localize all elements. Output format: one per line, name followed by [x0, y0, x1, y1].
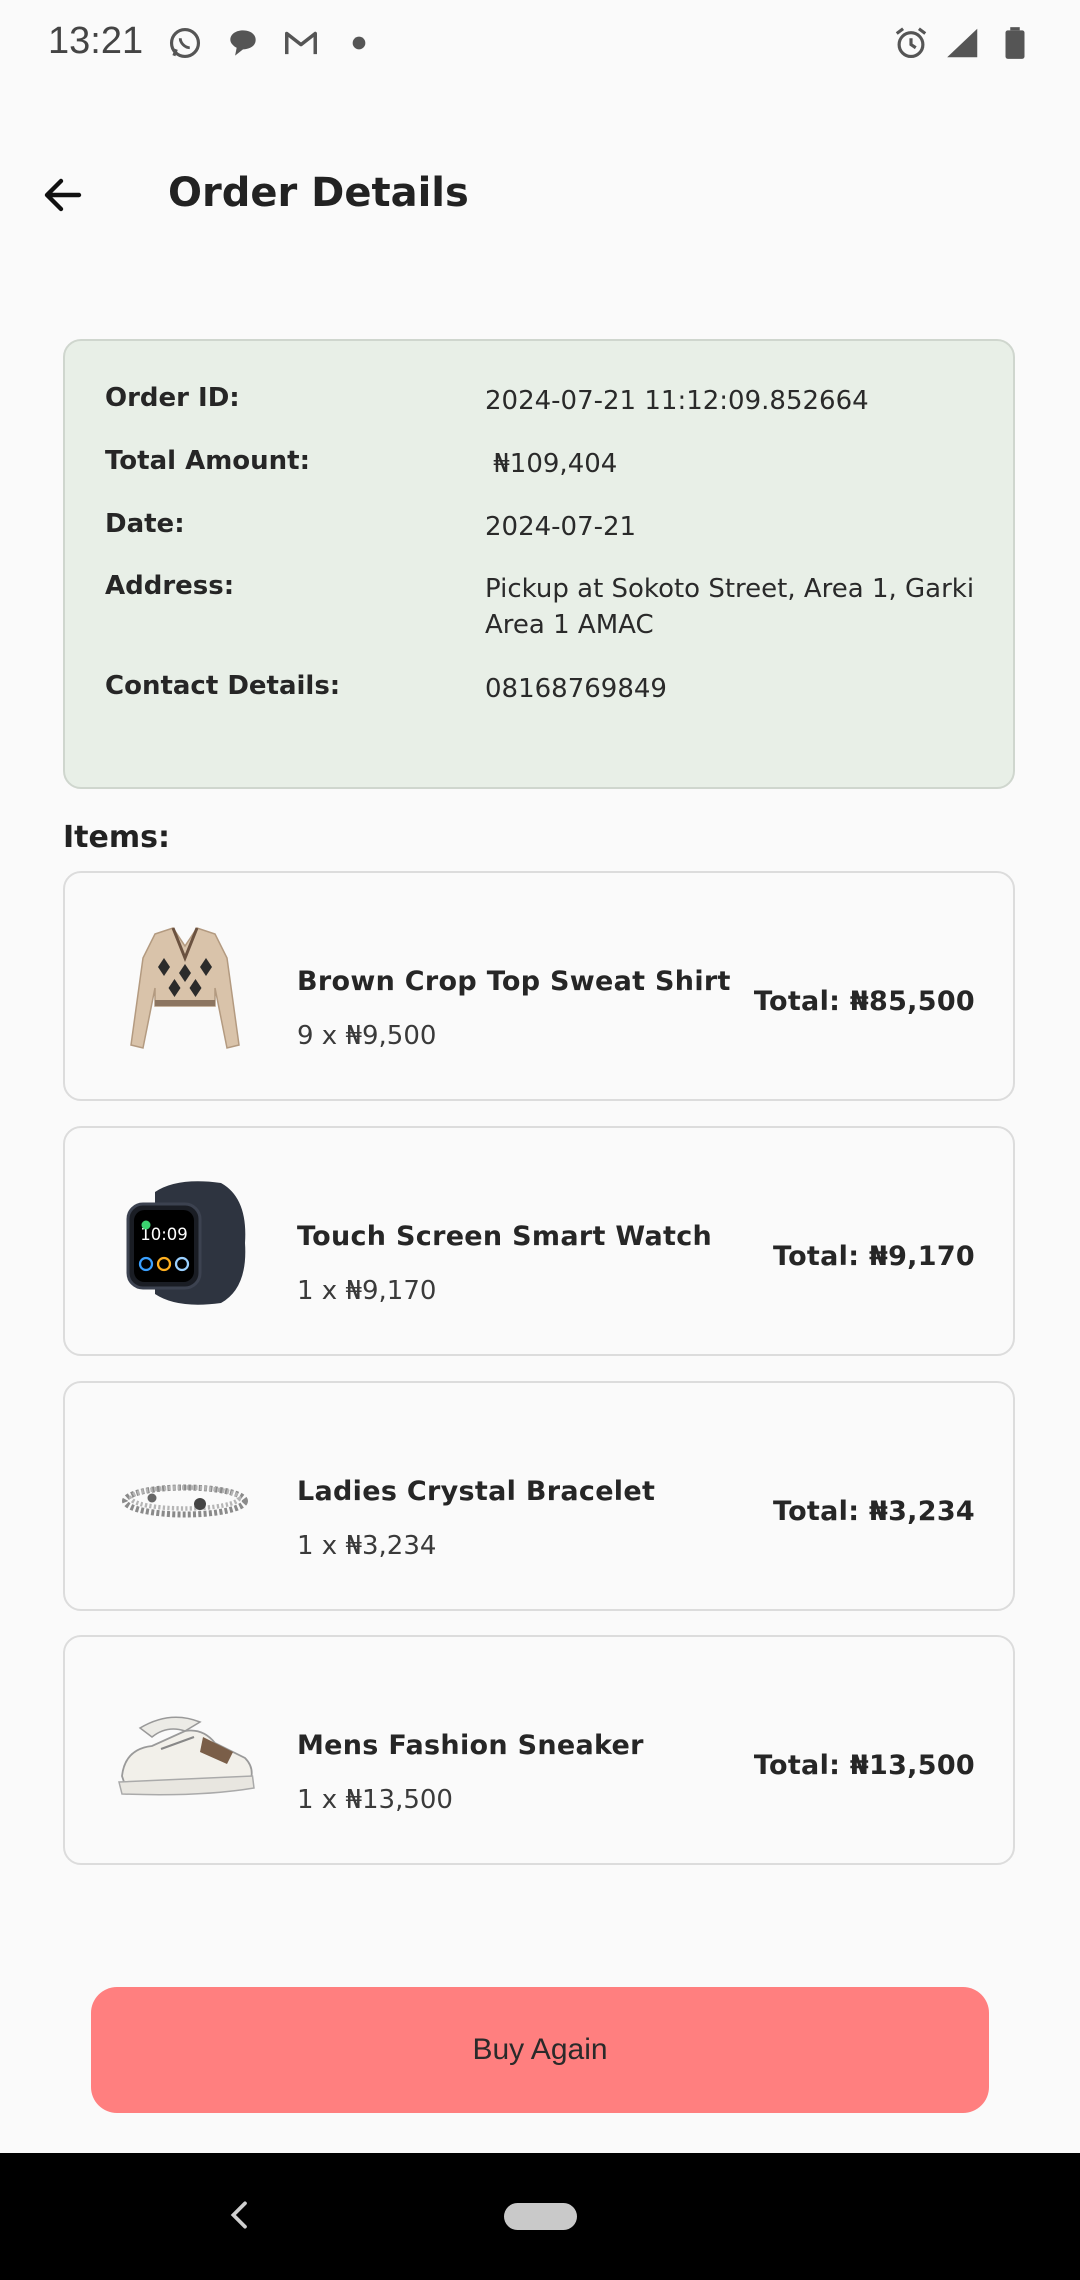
system-icons — [892, 24, 1034, 62]
order-id-label: Order ID: — [105, 383, 240, 413]
item-total: Total: ₦13,500 — [753, 1750, 975, 1781]
date-value: 2024-07-21 — [485, 512, 637, 542]
order-item-card[interactable]: Mens Fashion Sneaker 1 x ₦13,500 Total: … — [63, 1635, 1015, 1865]
item-quantity-price: 1 x ₦9,170 — [297, 1276, 437, 1306]
dot-icon — [352, 36, 366, 50]
item-name: Ladies Crystal Bracelet — [297, 1476, 656, 1507]
item-name: Brown Crop Top Sweat Shirt — [297, 966, 731, 997]
smartwatch-thumbnail: 10:09 — [105, 1163, 265, 1323]
back-button[interactable] — [28, 160, 98, 230]
order-item-card[interactable]: 10:09 Touch Screen Smart Watch 1 x ₦9,17… — [63, 1126, 1015, 1356]
whatsapp-icon — [169, 27, 201, 59]
address-value: Pickup at Sokoto Street, Area 1, Garki A… — [485, 574, 975, 640]
item-total: Total: ₦9,170 — [772, 1241, 975, 1272]
notification-icons — [166, 24, 378, 62]
contact-label: Contact Details: — [105, 671, 341, 701]
chat-bubble-icon — [230, 30, 256, 56]
bracelet-thumbnail — [105, 1418, 265, 1578]
sneaker-thumbnail — [105, 1672, 265, 1832]
page-title: Order Details — [168, 170, 469, 216]
order-item-card[interactable]: Ladies Crystal Bracelet 1 x ₦3,234 Total… — [63, 1381, 1015, 1611]
item-name: Mens Fashion Sneaker — [297, 1730, 644, 1761]
order-summary-card: Order ID: 2024-07-21 11:12:09.852664 Tot… — [63, 339, 1015, 789]
item-quantity-price: 1 x ₦13,500 — [297, 1785, 453, 1815]
item-name: Touch Screen Smart Watch — [297, 1221, 713, 1252]
item-total: Total: ₦3,234 — [772, 1496, 975, 1527]
nav-home-pill[interactable] — [504, 2203, 577, 2230]
signal-icon — [947, 28, 978, 58]
items-heading: Items: — [63, 820, 170, 855]
app-bar: Order Details — [0, 140, 1080, 250]
status-time: 13:21 — [48, 20, 144, 62]
order-item-card[interactable]: Brown Crop Top Sweat Shirt 9 x ₦9,500 To… — [63, 871, 1015, 1101]
gmail-icon — [285, 31, 317, 55]
contact-value: 08168769849 — [485, 674, 667, 704]
buy-again-button[interactable]: Buy Again — [91, 1987, 989, 2113]
system-navigation-bar — [0, 2153, 1080, 2280]
status-bar: 13:21 — [0, 0, 1080, 90]
nav-back-icon[interactable] — [220, 2195, 260, 2235]
address-label: Address: — [105, 571, 235, 601]
alarm-icon — [895, 27, 927, 59]
item-quantity-price: 9 x ₦9,500 — [297, 1021, 437, 1051]
date-label: Date: — [105, 509, 185, 539]
total-amount-value: ₦109,404 — [485, 449, 618, 479]
arrow-left-icon — [44, 178, 82, 212]
sweatshirt-thumbnail — [105, 908, 265, 1068]
order-id-value: 2024-07-21 11:12:09.852664 — [485, 386, 869, 416]
total-amount-label: Total Amount: — [105, 446, 311, 476]
battery-icon — [1005, 27, 1025, 59]
item-quantity-price: 1 x ₦3,234 — [297, 1531, 437, 1561]
item-total: Total: ₦85,500 — [753, 986, 975, 1017]
